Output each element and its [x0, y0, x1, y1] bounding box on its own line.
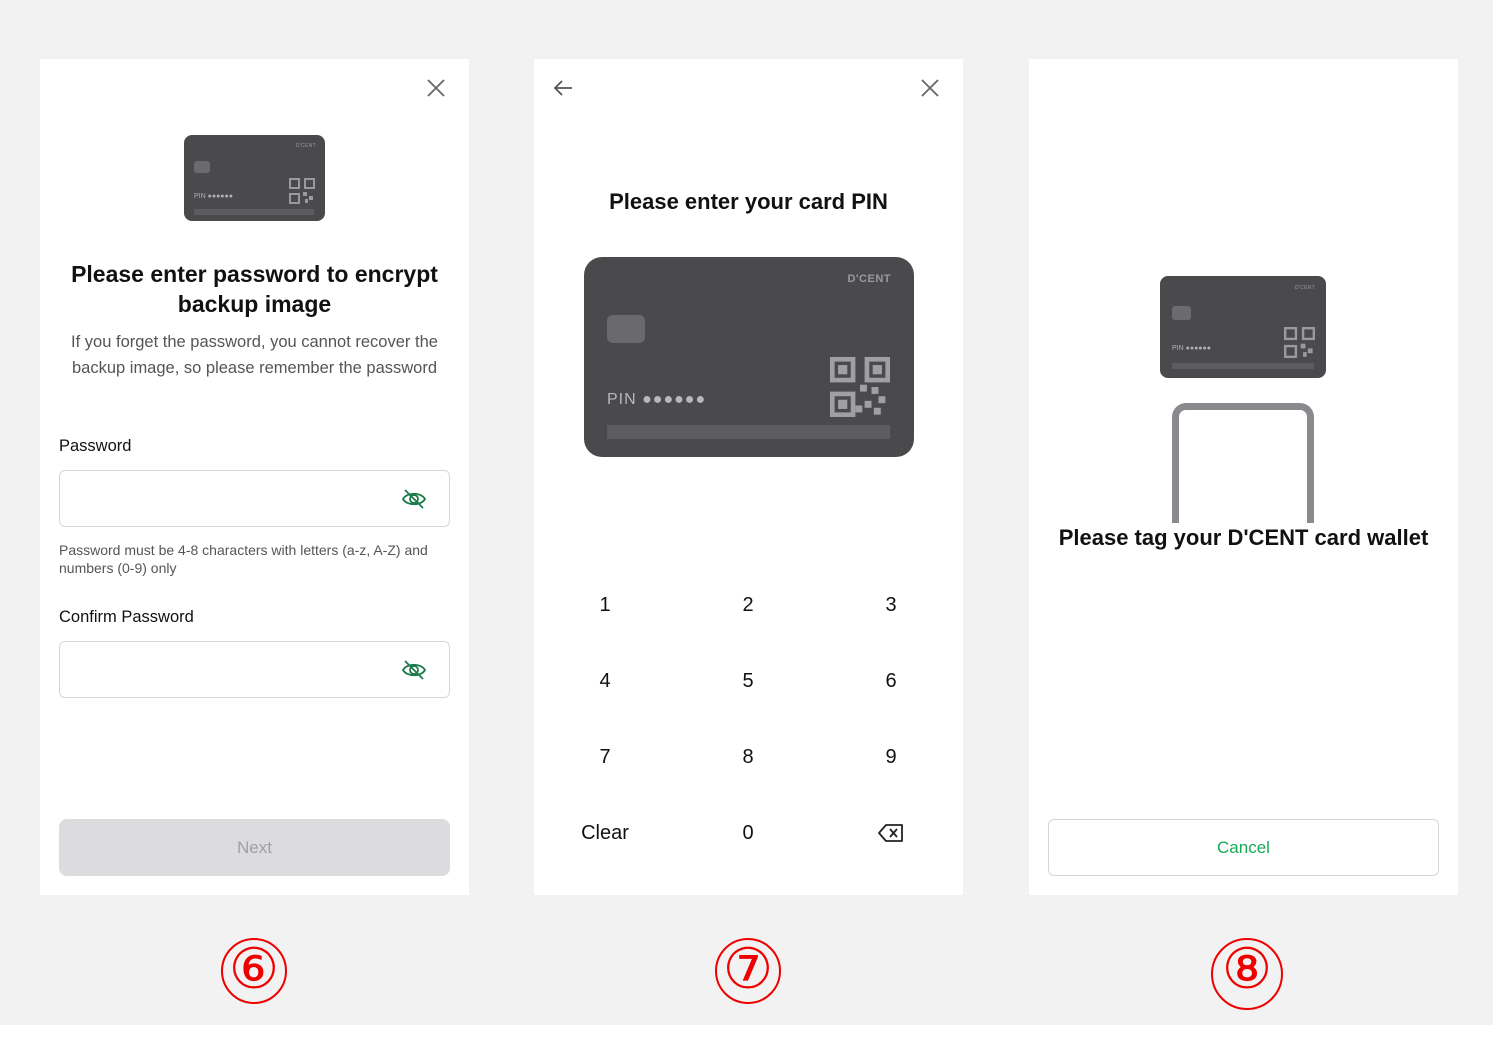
- key-clear[interactable]: Clear: [545, 805, 665, 861]
- card-chip-icon: [1172, 306, 1191, 320]
- password-label: Password: [59, 437, 132, 455]
- next-button[interactable]: Next: [59, 819, 450, 876]
- card-illustration: D'CENT PIN ●●●●●●: [584, 257, 914, 457]
- key-0[interactable]: 0: [688, 805, 808, 861]
- password-field[interactable]: [59, 470, 450, 528]
- confirm-password-input[interactable]: [72, 642, 396, 699]
- close-icon[interactable]: [420, 72, 452, 104]
- step-marker-8: ⑧: [1211, 938, 1283, 1010]
- backup-password-screen: D'CENT PIN ●●●●●● Please enter password …: [40, 59, 469, 895]
- card-brand: D'CENT: [296, 143, 316, 149]
- page-title: Please enter password to encrypt backup …: [71, 261, 438, 317]
- page-title: Please tag your D'CENT card wallet: [1058, 525, 1429, 550]
- eye-off-icon[interactable]: [401, 486, 427, 512]
- cancel-button[interactable]: Cancel: [1048, 819, 1439, 876]
- card-pin-text: PIN ●●●●●●: [1172, 345, 1211, 352]
- card-brand: D'CENT: [847, 273, 891, 285]
- card-chip-icon: [607, 315, 645, 343]
- card-stripe: [1172, 363, 1314, 369]
- card-pin-text: PIN ●●●●●●: [194, 193, 233, 200]
- key-8[interactable]: 8: [688, 729, 808, 785]
- password-input[interactable]: [72, 471, 396, 528]
- confirm-password-label: Confirm Password: [59, 608, 194, 626]
- back-arrow-icon[interactable]: [547, 72, 579, 104]
- password-hint: Password must be 4-8 characters with let…: [59, 542, 428, 576]
- qr-code-icon: [289, 178, 315, 204]
- phone-illustration: [1172, 403, 1314, 523]
- key-3[interactable]: 3: [831, 577, 951, 633]
- tag-card-screen: D'CENT PIN ●●●●●● Please tag your D'CENT…: [1029, 59, 1458, 895]
- card-stripe: [607, 425, 890, 439]
- step-marker-6: ⑥: [221, 938, 287, 1004]
- qr-code-icon: [830, 357, 890, 417]
- card-pin-screen: Please enter your card PIN D'CENT PIN ●●…: [534, 59, 963, 895]
- key-6[interactable]: 6: [831, 653, 951, 709]
- key-4[interactable]: 4: [545, 653, 665, 709]
- page-description: If you forget the password, you cannot r…: [71, 333, 438, 377]
- backspace-icon[interactable]: [831, 805, 951, 861]
- key-9[interactable]: 9: [831, 729, 951, 785]
- eye-off-icon[interactable]: [401, 657, 427, 683]
- qr-code-icon: [1284, 327, 1315, 358]
- page-title: Please enter your card PIN: [609, 189, 888, 214]
- key-7[interactable]: 7: [545, 729, 665, 785]
- card-stripe: [194, 209, 314, 215]
- card-illustration: D'CENT PIN ●●●●●●: [184, 135, 325, 221]
- bottom-strip: [0, 1025, 1493, 1062]
- close-icon[interactable]: [914, 72, 946, 104]
- card-chip-icon: [194, 161, 210, 173]
- card-pin-text: PIN ●●●●●●: [607, 391, 707, 408]
- confirm-password-field[interactable]: [59, 641, 450, 699]
- key-1[interactable]: 1: [545, 577, 665, 633]
- step-marker-7: ⑦: [715, 938, 781, 1004]
- card-illustration: D'CENT PIN ●●●●●●: [1160, 276, 1326, 378]
- card-brand: D'CENT: [1295, 285, 1315, 291]
- key-5[interactable]: 5: [688, 653, 808, 709]
- key-2[interactable]: 2: [688, 577, 808, 633]
